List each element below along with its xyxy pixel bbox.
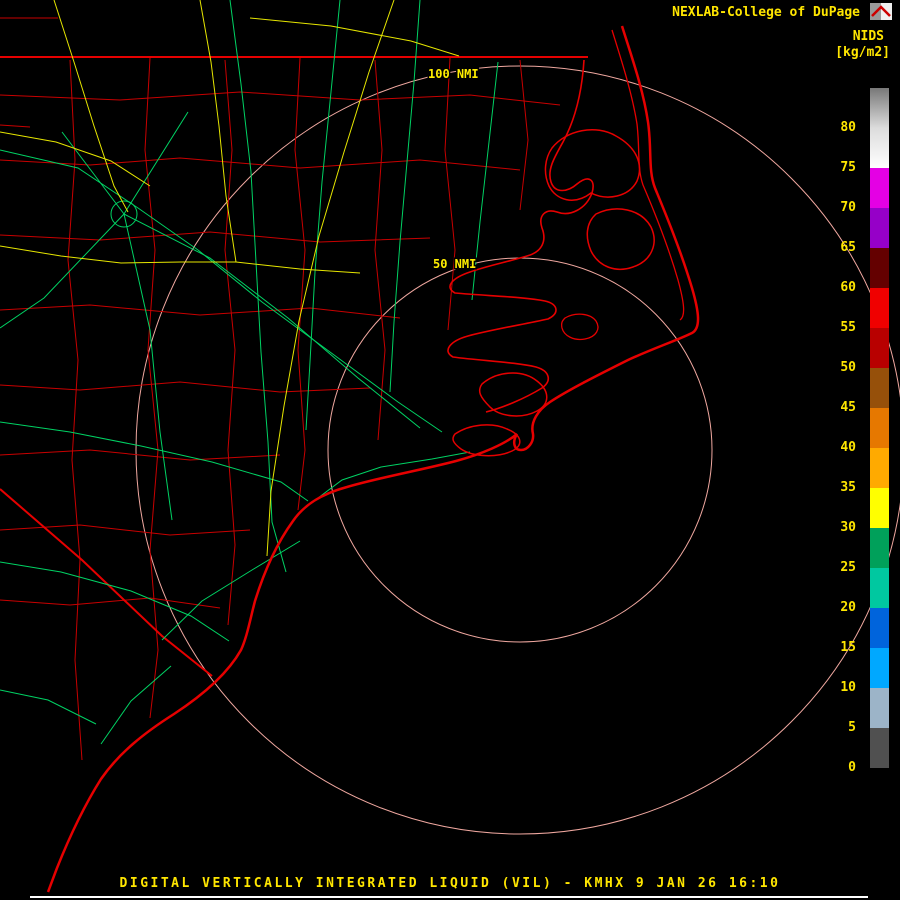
units-label: [kg/m2]	[835, 45, 890, 60]
colorbar-tick-55: 55	[840, 320, 856, 335]
range-ring-label-50: 50 NMI	[433, 257, 476, 271]
sound-west-shore	[447, 59, 594, 413]
colorbar-segment-70-75	[870, 168, 889, 208]
brand-text: NEXLAB-College of DuPage	[672, 5, 860, 20]
colorbar-tick-45: 45	[840, 400, 856, 415]
colorbar-segment-25-30	[870, 528, 889, 568]
colorbar-tick-0: 0	[848, 760, 856, 775]
colorbar-tick-5: 5	[848, 720, 856, 735]
colorbar-tick-30: 30	[840, 520, 856, 535]
colorbar-segment-75-80	[870, 128, 889, 168]
range-ring-label-100: 100 NMI	[428, 67, 479, 81]
sound-island-3	[478, 372, 548, 417]
colorbar-tick-75: 75	[840, 160, 856, 175]
colorbar-segment-65-70	[870, 208, 889, 248]
product-title: DIGITAL VERTICALLY INTEGRATED LIQUID (VI…	[119, 876, 781, 891]
colorbar-segment-45-50	[870, 368, 889, 408]
colorbar-segment-50-55	[870, 328, 889, 368]
colorbar-segment-above-80	[870, 88, 889, 128]
sound-island-2	[586, 208, 655, 271]
colorbar-segment-20-25	[870, 568, 889, 608]
colorbar-tick-65: 65	[840, 240, 856, 255]
colorbar-segment-below-0	[870, 768, 889, 794]
colorbar-segment-40-45	[870, 408, 889, 448]
colorbar-tick-40: 40	[840, 440, 856, 455]
colorbar-segment-30-35	[870, 488, 889, 528]
banks-sound-side	[611, 29, 685, 321]
colorbar-tick-60: 60	[840, 280, 856, 295]
colorbar-tick-10: 10	[840, 680, 856, 695]
colorbar-tick-35: 35	[840, 480, 856, 495]
colorbar-tick-80: 80	[840, 120, 856, 135]
colorbar-segment-55-60	[870, 288, 889, 328]
county-borders	[0, 17, 561, 761]
colorbar-segment-10-15	[870, 648, 889, 688]
state-border-southwest	[0, 488, 213, 677]
state-borders	[0, 56, 588, 677]
colorbar-tick-50: 50	[840, 360, 856, 375]
nexlab-flag-icon	[870, 3, 892, 20]
radar-map: 100 NMI 50 NMI	[0, 0, 900, 893]
colorbar-segment-0-5	[870, 728, 889, 768]
colorbar-segment-60-65	[870, 248, 889, 288]
colorbar-segment-5-10	[870, 688, 889, 728]
footer-divider	[30, 896, 868, 898]
colorbar	[870, 88, 889, 794]
product-label: NIDS	[852, 29, 884, 44]
colorbar-tick-20: 20	[840, 600, 856, 615]
colorbar-segment-15-20	[870, 608, 889, 648]
colorbar-segment-35-40	[870, 448, 889, 488]
colorbar-tick-15: 15	[840, 640, 856, 655]
primary-roads	[0, 0, 499, 745]
colorbar-tick-70: 70	[840, 200, 856, 215]
shore-fragment	[560, 313, 599, 341]
colorbar-tick-25: 25	[840, 560, 856, 575]
